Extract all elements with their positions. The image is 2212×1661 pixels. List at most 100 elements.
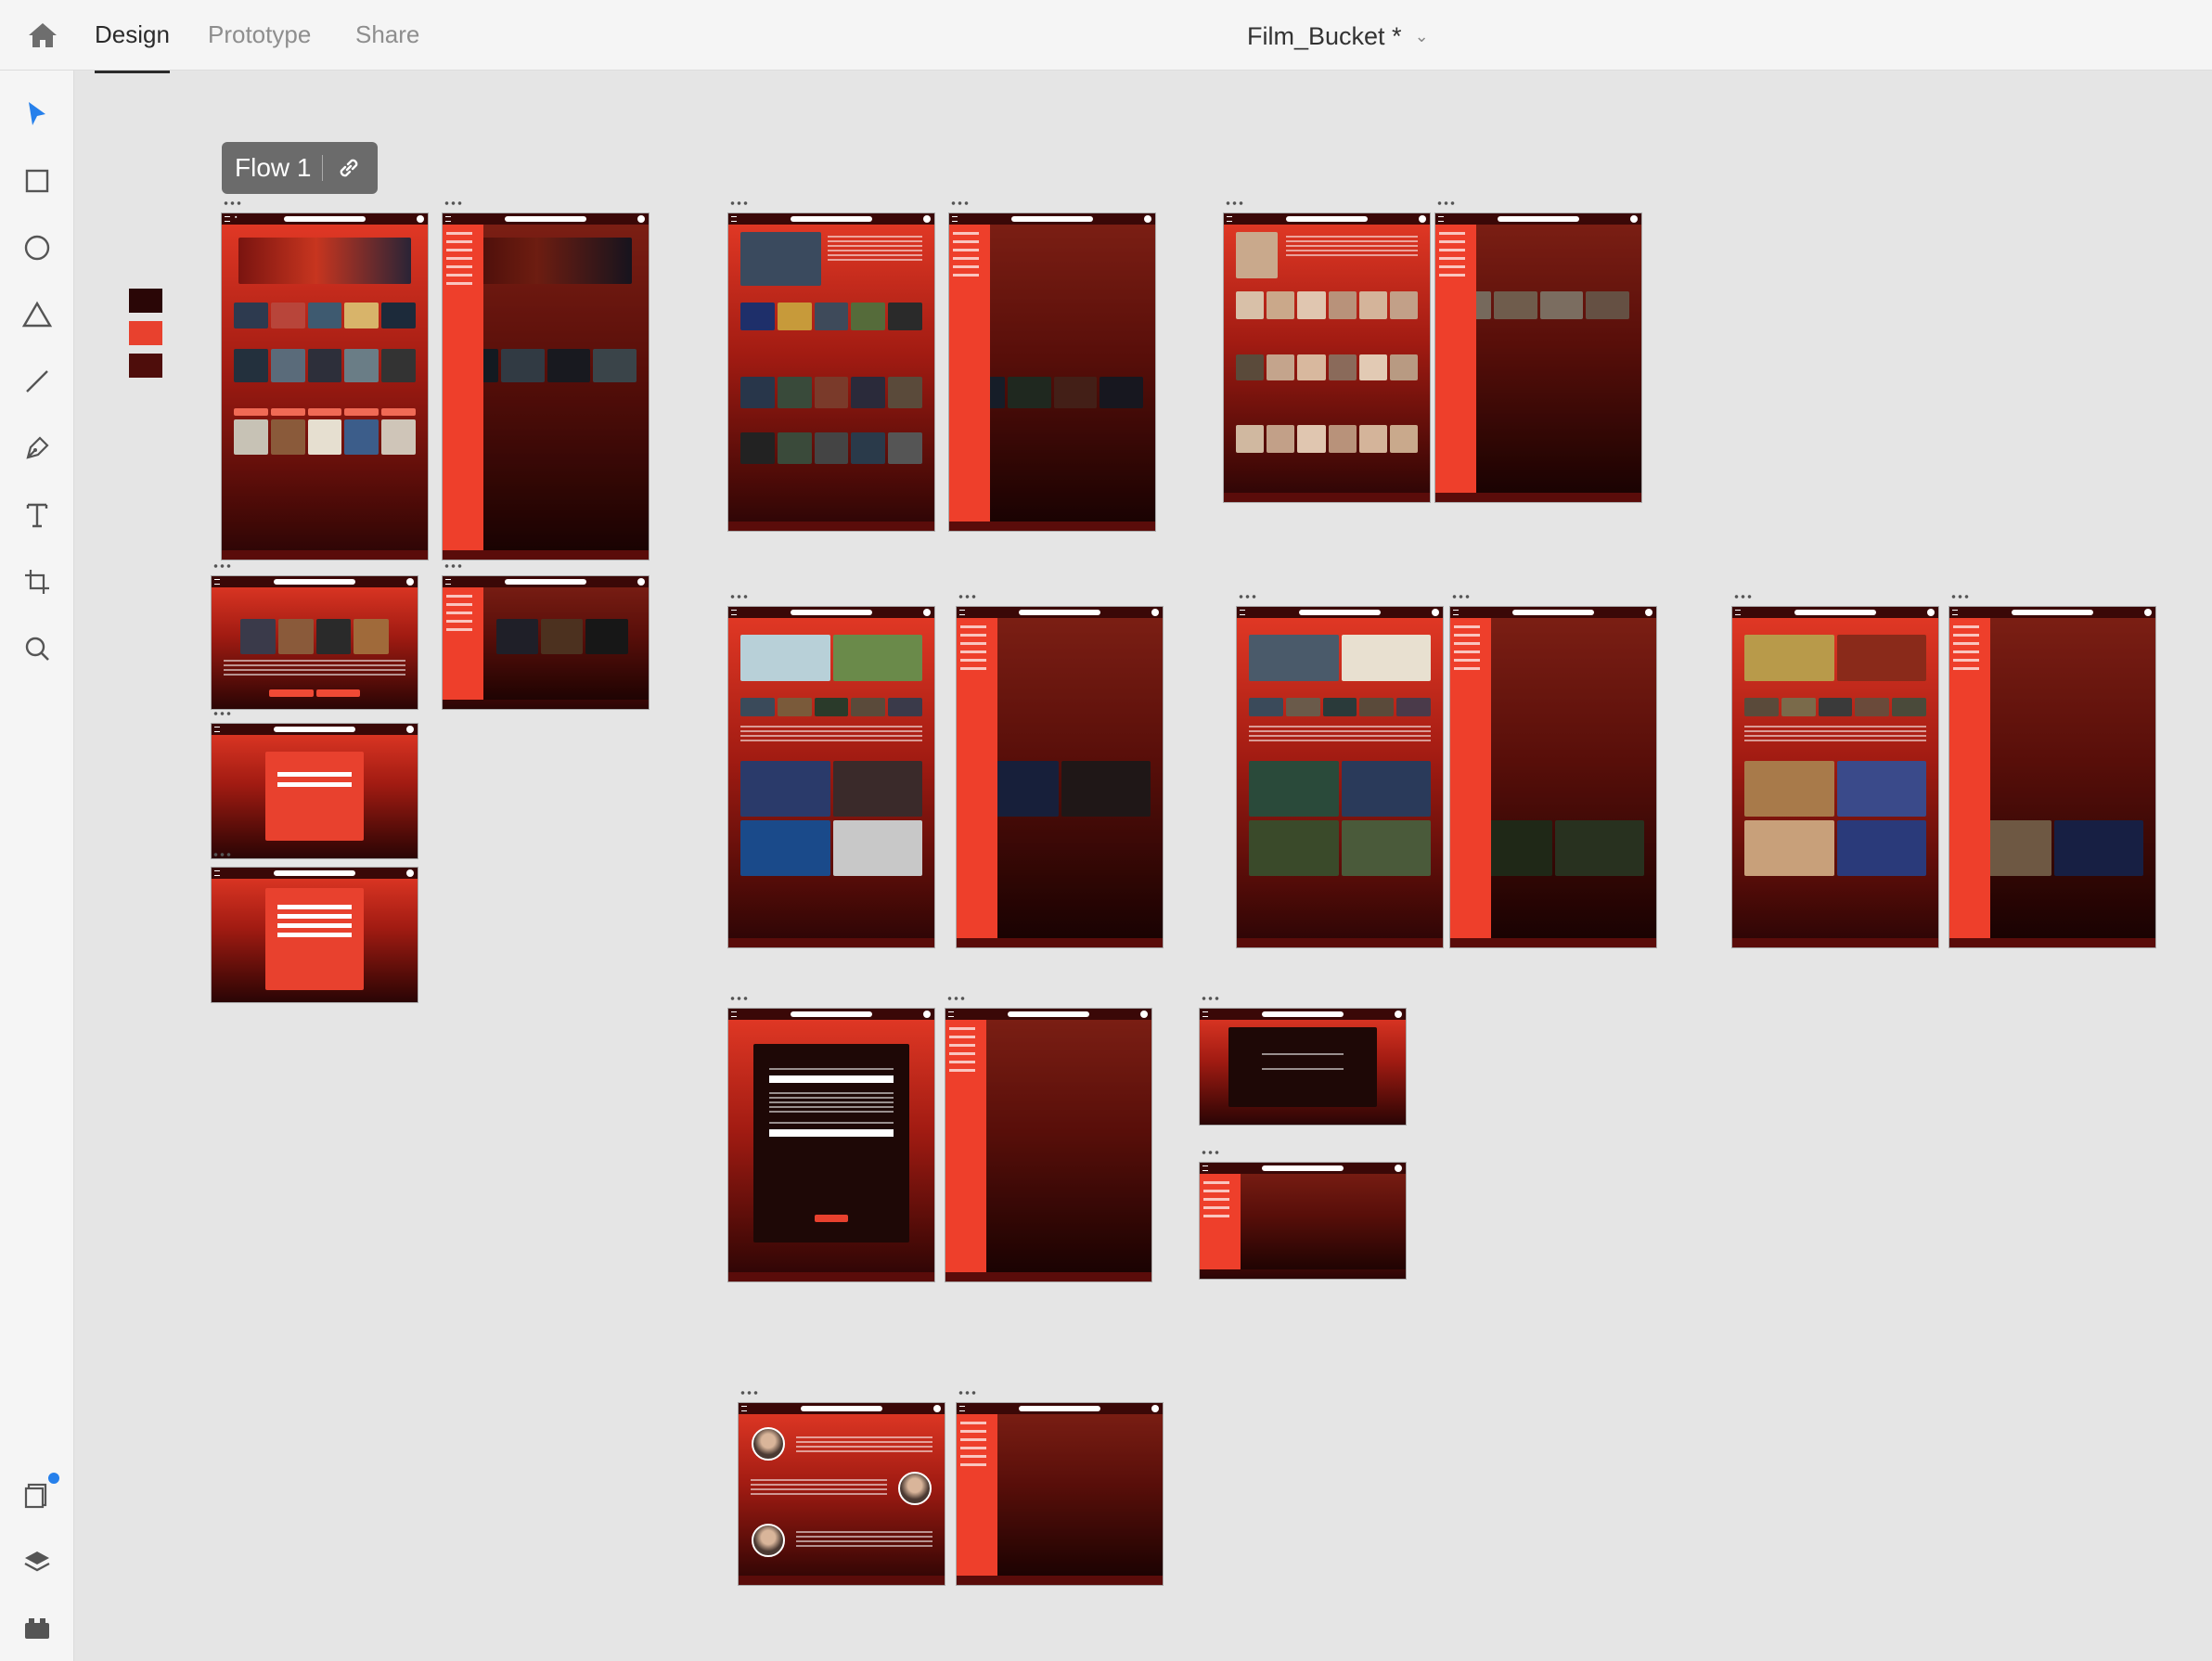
artboard-options[interactable] — [212, 852, 231, 857]
artboard-options[interactable] — [1950, 594, 1969, 599]
select-tool-icon[interactable] — [19, 96, 56, 133]
artboard-options[interactable] — [946, 996, 965, 1001]
artboard-about-menu[interactable] — [957, 1403, 1163, 1585]
artboard-awards[interactable] — [1732, 607, 1938, 947]
artboard-footer — [728, 521, 934, 531]
artboard-footer — [1450, 938, 1656, 947]
rectangle-tool-icon[interactable] — [19, 162, 56, 200]
swatch-maroon[interactable] — [129, 354, 162, 378]
signup-copy — [224, 660, 405, 678]
artboard-options[interactable] — [1201, 996, 1219, 1001]
artboard-options[interactable] — [223, 200, 241, 206]
artboard-options[interactable] — [1451, 594, 1470, 599]
artboard-trivia[interactable] — [728, 1009, 934, 1281]
artboard-options[interactable] — [212, 563, 231, 569]
artboard-home-menu[interactable] — [443, 213, 649, 560]
tab-prototype[interactable]: Prototype — [208, 20, 311, 49]
artboard-header — [1435, 213, 1641, 225]
assets-icon[interactable] — [19, 1610, 56, 1647]
artboard-create-account[interactable] — [212, 868, 418, 1002]
team-avatar — [752, 1524, 785, 1557]
artboard-movies-category-menu[interactable] — [957, 607, 1163, 947]
thanks-copy — [1261, 1053, 1344, 1073]
artboard-trivia-menu[interactable] — [945, 1009, 1151, 1281]
poster-strip — [740, 698, 922, 716]
swatch-dark[interactable] — [129, 289, 162, 313]
artboard-options[interactable] — [1238, 594, 1256, 599]
design-canvas[interactable]: Flow 1 ▪ — [74, 71, 2212, 1661]
movie-poster — [740, 232, 821, 286]
artboard-actor-detail-menu[interactable] — [1435, 213, 1641, 502]
flow-badge[interactable]: Flow 1 — [222, 142, 378, 194]
artboard-options[interactable] — [729, 996, 748, 1001]
artboard-trivia-thanks[interactable] — [1200, 1009, 1406, 1125]
genre-buttons — [234, 408, 416, 416]
actor-photo — [1236, 232, 1278, 278]
poster-strip — [495, 619, 628, 654]
document-title-text: Film_Bucket * — [1247, 22, 1402, 50]
artboard-options[interactable] — [958, 1390, 976, 1396]
poster-strip — [1249, 698, 1431, 716]
artboard-actor-detail[interactable] — [1224, 213, 1430, 502]
artboard-about[interactable] — [739, 1403, 945, 1585]
team-bio — [796, 1531, 932, 1550]
artboard-home[interactable]: ▪ — [222, 213, 428, 560]
artboard-options[interactable] — [1225, 200, 1243, 206]
top-bar: Design Prototype Share Film_Bucket * ⌄ — [0, 0, 2212, 73]
create-account-fields — [277, 905, 352, 940]
actor-strip — [1236, 354, 1418, 380]
artboard-options[interactable] — [739, 1390, 758, 1396]
notification-dot — [46, 1471, 61, 1486]
artboard-options[interactable] — [444, 200, 462, 206]
document-title[interactable]: Film_Bucket * ⌄ — [1247, 22, 1429, 51]
artboard-header — [945, 1009, 1151, 1020]
layers-icon[interactable] — [19, 1543, 56, 1580]
artboard-tv-category-menu[interactable] — [1450, 607, 1656, 947]
tab-share[interactable]: Share — [355, 20, 419, 49]
artboard-login[interactable] — [212, 724, 418, 858]
artboard-why-signup[interactable] — [212, 576, 418, 709]
artboard-options[interactable] — [958, 594, 976, 599]
artboard-options[interactable] — [444, 563, 462, 569]
poster-strip — [740, 761, 922, 817]
artboard-awards-menu[interactable] — [1949, 607, 2155, 947]
artboard-header — [728, 607, 934, 618]
artboard-options[interactable] — [1733, 594, 1752, 599]
actor-strip — [1236, 425, 1418, 453]
artboard-tv-category[interactable] — [1237, 607, 1443, 947]
team-avatar — [898, 1472, 932, 1505]
artboard-movies-category[interactable] — [728, 607, 934, 947]
line-tool-icon[interactable] — [19, 363, 56, 400]
zoom-tool-icon[interactable] — [19, 630, 56, 667]
team-bio — [751, 1479, 887, 1498]
artboard-footer — [728, 938, 934, 947]
artboard-tool-icon[interactable] — [19, 563, 56, 600]
artboard-why-signup-menu[interactable] — [443, 576, 649, 709]
swatch-red[interactable] — [129, 321, 162, 345]
ellipse-tool-icon[interactable] — [19, 229, 56, 266]
artboard-movie-detail[interactable] — [728, 213, 934, 531]
artboard-options[interactable] — [1201, 1150, 1219, 1155]
artboard-options[interactable] — [1436, 200, 1455, 206]
side-menu — [960, 1422, 997, 1472]
poster-strip — [740, 303, 922, 330]
artboard-trivia-thanks-menu[interactable] — [1200, 1163, 1406, 1279]
home-icon[interactable] — [24, 17, 61, 54]
plugins-icon[interactable] — [19, 1471, 61, 1513]
category-copy — [740, 726, 922, 744]
triangle-tool-icon[interactable] — [19, 296, 56, 333]
artboard-options[interactable] — [729, 200, 748, 206]
artboard-header — [1200, 1009, 1406, 1020]
pen-tool-icon[interactable] — [19, 430, 56, 467]
artboard-header — [443, 213, 649, 225]
tab-design[interactable]: Design — [95, 20, 170, 73]
artboard-movie-detail-menu[interactable] — [949, 213, 1155, 531]
artboard-options[interactable] — [729, 594, 748, 599]
text-tool-icon[interactable] — [19, 496, 56, 534]
artboard-options[interactable] — [950, 200, 969, 206]
artboard-footer — [957, 938, 1163, 947]
poster-strip — [740, 377, 922, 408]
poster-strip — [1249, 820, 1431, 876]
artboard-header — [1237, 607, 1443, 618]
artboard-options[interactable] — [212, 711, 231, 716]
